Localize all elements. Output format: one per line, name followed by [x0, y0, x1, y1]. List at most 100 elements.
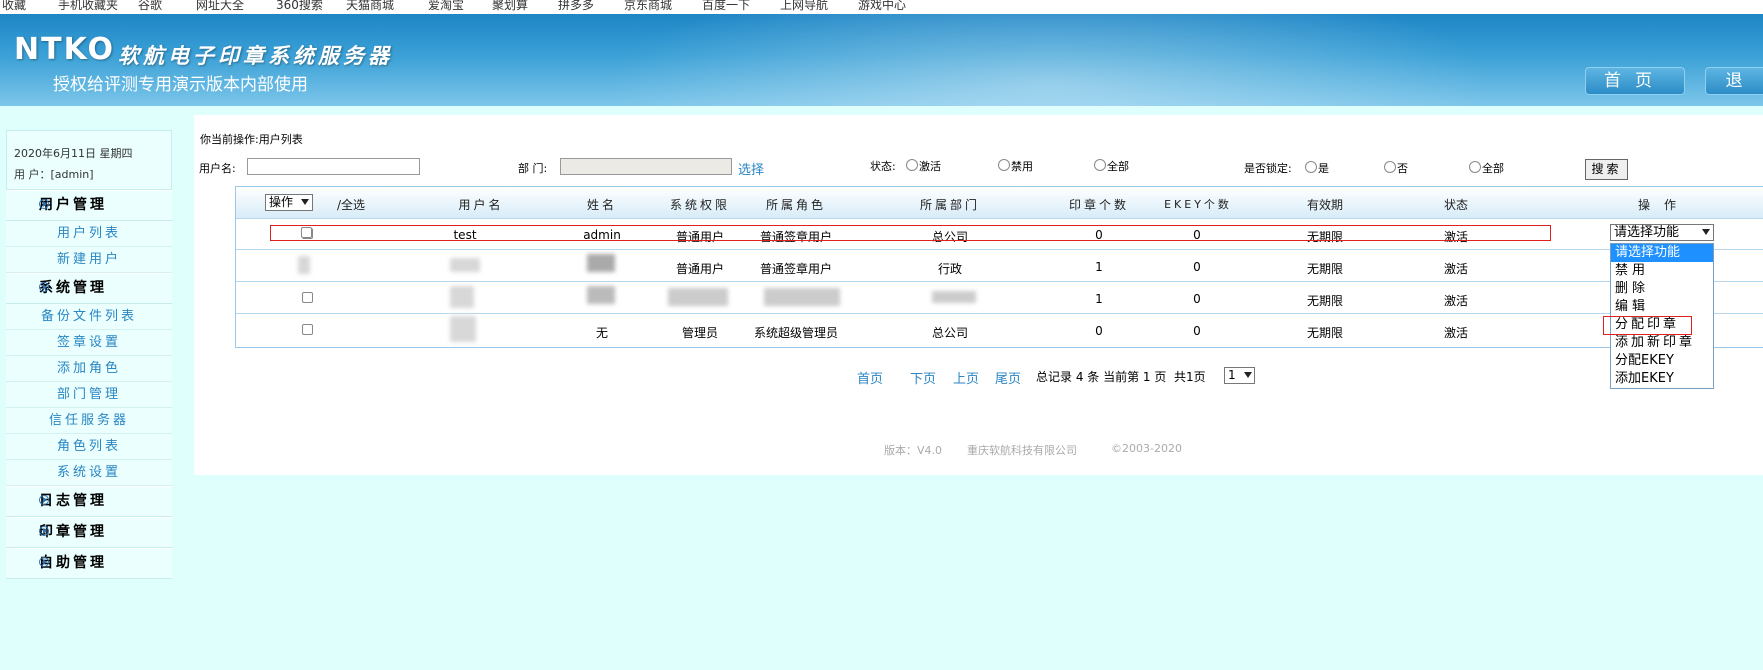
- bookmark-item[interactable]: 收藏: [2, 0, 26, 13]
- cell-seal-count: 1: [1095, 292, 1103, 306]
- bookmark-item[interactable]: 聚划算: [492, 0, 528, 13]
- col-validity: 有效期: [1306, 198, 1344, 212]
- cell-name: 无: [595, 326, 609, 340]
- option-edit[interactable]: 编辑: [1611, 298, 1713, 316]
- operation-select[interactable]: 请选择功能: [1610, 224, 1714, 241]
- department-input[interactable]: [560, 158, 732, 175]
- pager-next[interactable]: 下页: [910, 368, 936, 387]
- menu-system-management[interactable]: 系统管理: [6, 273, 172, 304]
- bookmark-item[interactable]: 爱淘宝: [428, 0, 464, 13]
- cell-department: 总公司: [931, 326, 969, 340]
- redacted-block: [587, 254, 615, 272]
- option-choose-function[interactable]: 请选择功能: [1611, 244, 1713, 262]
- bookmark-item[interactable]: 天猫商城: [346, 0, 394, 13]
- bookmark-item[interactable]: 拼多多: [558, 0, 594, 13]
- table-row: 普通用户 普通签章用户 行政 1 0 无期限 激活: [236, 250, 1763, 282]
- status-radio-disabled[interactable]: 禁用: [998, 158, 1033, 174]
- menu-user-list[interactable]: 用户列表: [6, 221, 172, 247]
- pager-first[interactable]: 首页: [857, 368, 883, 387]
- status-radio-all[interactable]: 全部: [1094, 158, 1129, 174]
- expand-icon: [39, 557, 49, 567]
- cell-status: 激活: [1443, 262, 1469, 276]
- option-add-ekey[interactable]: 添加EKEY: [1611, 370, 1713, 388]
- header-glow: [600, 14, 1500, 106]
- redacted-block: [932, 291, 976, 303]
- bookmark-item[interactable]: 360搜索: [276, 0, 323, 13]
- col-seal-count: 印章个数: [1068, 198, 1130, 212]
- option-assign-ekey[interactable]: 分配EKEY: [1611, 352, 1713, 370]
- menu-add-role[interactable]: 添加角色: [6, 356, 172, 382]
- bookmark-item[interactable]: 上网导航: [780, 0, 828, 13]
- expand-icon: [39, 282, 49, 292]
- header-banner: NTKO 软航电子印章系统服务器 授权给评测专用演示版本内部使用 首页 退: [0, 14, 1763, 106]
- select-all-link[interactable]: /全选: [337, 196, 365, 213]
- bookmark-item[interactable]: 游戏中心: [858, 0, 906, 13]
- menu-self-service[interactable]: 自助管理: [6, 548, 172, 579]
- option-disable[interactable]: 禁用: [1611, 262, 1713, 280]
- select-department-link[interactable]: 选择: [738, 159, 764, 178]
- menu-department-management[interactable]: 部门管理: [6, 382, 172, 408]
- slogan: 授权给评测专用演示版本内部使用: [53, 75, 308, 95]
- row-checkbox[interactable]: [302, 292, 313, 303]
- search-button[interactable]: 搜索: [1585, 159, 1628, 180]
- cell-role: 系统超级管理员: [753, 326, 839, 340]
- menu-seal-management[interactable]: 印章管理: [6, 517, 172, 548]
- department-label: 部 门:: [518, 162, 548, 175]
- menu-trusted-servers[interactable]: 信任服务器: [6, 408, 172, 434]
- chevron-down-icon: [1244, 372, 1252, 378]
- status-label: 状态:: [870, 160, 896, 173]
- radio-icon: [1384, 161, 1396, 173]
- status-radio-active[interactable]: 激活: [906, 158, 941, 174]
- username-input[interactable]: [247, 158, 420, 175]
- bookmark-item[interactable]: 谷歌: [138, 0, 162, 13]
- redacted-block: [668, 288, 728, 306]
- footer-company: 重庆软航科技有限公司: [967, 444, 1077, 457]
- expand-icon: [39, 495, 49, 505]
- menu-signature-settings[interactable]: 签章设置: [6, 330, 172, 356]
- locked-radio-all[interactable]: 全部: [1469, 160, 1504, 176]
- bookmark-item[interactable]: 京东商城: [624, 0, 672, 13]
- cell-validity: 无期限: [1306, 262, 1344, 276]
- bookmark-item[interactable]: 百度一下: [702, 0, 750, 13]
- menu-role-list[interactable]: 角色列表: [6, 434, 172, 460]
- page-select[interactable]: 1: [1224, 367, 1255, 384]
- exit-button[interactable]: 退: [1705, 67, 1763, 95]
- row-checkbox[interactable]: [302, 324, 313, 335]
- col-status: 状态: [1443, 198, 1469, 212]
- bookmark-item[interactable]: 手机收藏夹: [58, 0, 118, 13]
- bookmarks-bar: 收藏 手机收藏夹 谷歌 网址大全 360搜索 天猫商城 爱淘宝 聚划算 拼多多 …: [0, 0, 1763, 14]
- home-button[interactable]: 首页: [1585, 67, 1685, 95]
- cell-status: 激活: [1443, 326, 1469, 340]
- pager-prev[interactable]: 上页: [953, 368, 979, 387]
- option-highlight: [1603, 316, 1692, 335]
- pager-last[interactable]: 尾页: [995, 368, 1021, 387]
- menu-user-management[interactable]: 用户管理: [6, 190, 172, 221]
- locked-radio-no[interactable]: 否: [1384, 160, 1408, 176]
- table-row: 无 管理员 系统超级管理员 总公司 0 0 无期限 激活: [236, 314, 1763, 345]
- option-delete[interactable]: 删除: [1611, 280, 1713, 298]
- col-operation: 操作: [1637, 198, 1691, 212]
- bookmark-item[interactable]: 网址大全: [196, 0, 244, 13]
- breadcrumb: 你当前操作:用户列表: [200, 133, 303, 146]
- cell-status: 激活: [1443, 294, 1469, 308]
- cell-seal-count: 1: [1095, 260, 1103, 274]
- col-department: 所属部门: [919, 198, 981, 212]
- locked-radio-yes[interactable]: 是: [1305, 160, 1329, 176]
- menu-new-user[interactable]: 新建用户: [6, 247, 172, 273]
- cell-permission: 普通用户: [675, 262, 725, 276]
- col-ekey-count: EKEY个数: [1164, 198, 1232, 211]
- cell-ekey-count: 0: [1193, 260, 1201, 274]
- row-checkbox[interactable]: [301, 227, 312, 238]
- current-date: 2020年6月11日 星期四: [14, 147, 133, 160]
- redacted-block: [450, 258, 480, 272]
- menu-log-management[interactable]: 日志管理: [6, 486, 172, 517]
- row-highlight: [270, 225, 1551, 241]
- menu-backup-files[interactable]: 备份文件列表: [6, 304, 172, 330]
- footer-version: 版本：V4.0: [884, 444, 943, 457]
- redacted-block: [450, 316, 476, 342]
- cell-validity: 无期限: [1306, 326, 1344, 340]
- menu-system-settings[interactable]: 系统设置: [6, 460, 172, 486]
- batch-action-select[interactable]: 操作: [265, 194, 313, 211]
- option-add-seal[interactable]: 添加新印章: [1611, 334, 1713, 352]
- cell-role: 普通签章用户: [759, 262, 833, 276]
